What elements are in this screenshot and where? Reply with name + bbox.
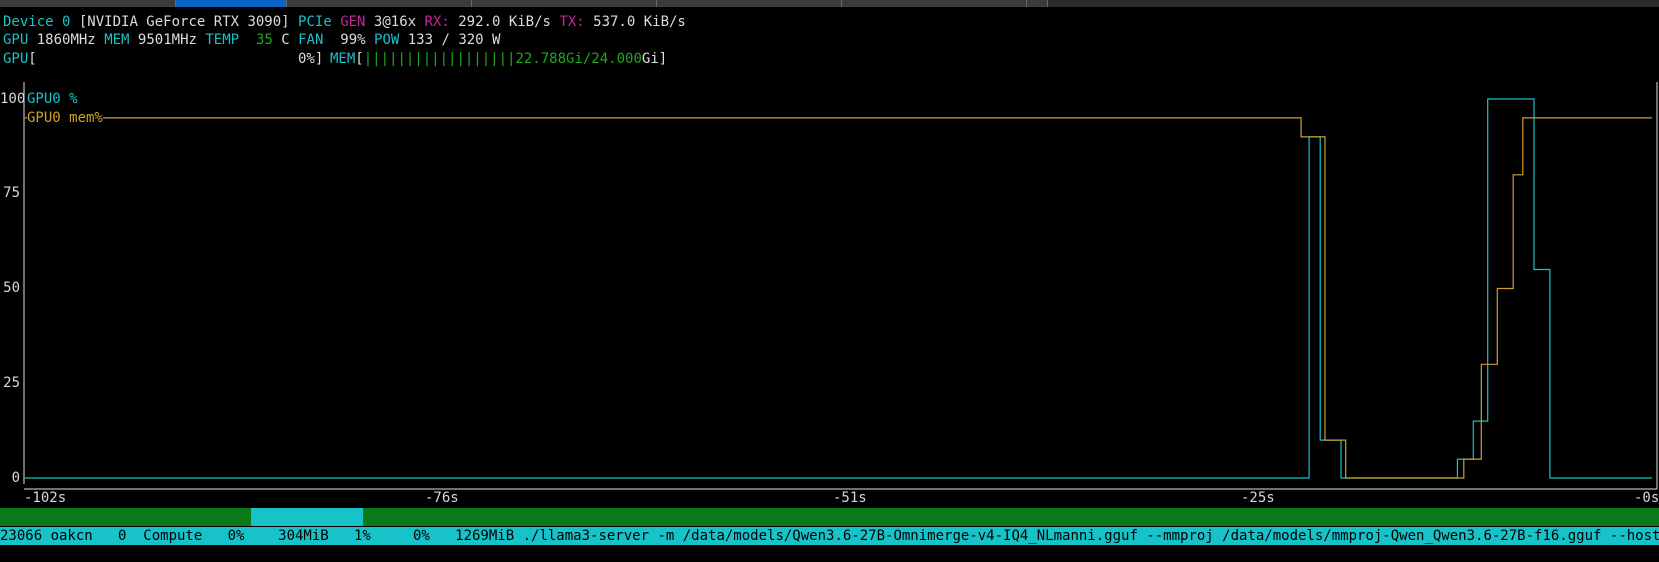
gpu-history-chart bbox=[23, 82, 1658, 490]
tx-label: TX: bbox=[559, 14, 585, 30]
tx-value: 537.0 KiB/s bbox=[593, 14, 686, 30]
gpu-meter-value: 0%] bbox=[298, 51, 324, 67]
x-tick-label: -102s bbox=[23, 490, 68, 506]
process-row[interactable]: 23066 oakcn 0 Compute 0% 304MiB 1% 0% 12… bbox=[0, 527, 1659, 545]
sorted-column-highlight bbox=[251, 508, 363, 526]
mem-meter-bars: |||||||||||||||||| bbox=[363, 51, 516, 67]
device-label: Device 0 bbox=[3, 14, 71, 30]
y-tick-label: 100 bbox=[0, 91, 26, 107]
terminal-tab[interactable] bbox=[0, 0, 176, 7]
fan-value: 99% bbox=[340, 32, 366, 48]
mem-meter-unit: Gi] bbox=[641, 51, 668, 67]
fan-label: FAN bbox=[298, 32, 324, 48]
mem-meter: MEM[||||||||||||||||||22.788Gi/24.000Gi] bbox=[330, 50, 667, 68]
pow-label: POW bbox=[374, 32, 400, 48]
rx-label: RX: bbox=[424, 14, 450, 30]
pow-value: 133 / 320 W bbox=[407, 32, 501, 48]
terminal-tab-bar bbox=[0, 0, 1659, 7]
terminal-tab[interactable] bbox=[287, 0, 472, 7]
temp-unit: C bbox=[281, 32, 290, 48]
temp-value: 35 bbox=[255, 32, 273, 48]
gpu-meter-label: GPU bbox=[3, 51, 29, 67]
device-name: [NVIDIA GeForce RTX 3090] bbox=[78, 14, 290, 30]
device-info-line: Device 0 [NVIDIA GeForce RTX 3090] PCIe … bbox=[3, 13, 686, 31]
gpu-clock-label: GPU bbox=[3, 32, 29, 48]
gen-value: 3@16x bbox=[373, 14, 417, 30]
x-tick-label: -76s bbox=[424, 490, 460, 506]
gpu-util-value: 0%] bbox=[298, 50, 323, 68]
terminal-tab-active[interactable] bbox=[176, 0, 287, 7]
terminal-tab[interactable] bbox=[472, 0, 657, 7]
y-tick-label: 0 bbox=[11, 470, 20, 486]
mem-meter-open: [ bbox=[355, 51, 364, 67]
process-table-header[interactable]: PID USER DEV TYPE GPU GPU MEM CPU HOST M… bbox=[0, 508, 1659, 561]
gpu-stats-line: GPU 1860MHz MEM 9501MHz TEMP 35 C FAN 99… bbox=[3, 31, 500, 49]
x-tick-label: -0s bbox=[1633, 490, 1659, 506]
mem-meter-used: 22.788Gi/24.000 bbox=[515, 51, 642, 67]
legend-gpu-util: GPU0 % bbox=[27, 91, 78, 107]
terminal-tab[interactable] bbox=[842, 0, 1027, 7]
y-tick-label: 25 bbox=[3, 375, 20, 391]
process-header-text: PID USER DEV TYPE GPU GPU MEM CPU HOST M… bbox=[16, 545, 624, 561]
legend-gpu-mem: GPU0 mem% bbox=[27, 110, 103, 126]
x-tick-label: -51s bbox=[832, 490, 868, 506]
series-line-gpu-util bbox=[25, 98, 1652, 479]
y-tick-label: 50 bbox=[3, 280, 20, 296]
gpu-clock-value: 1860MHz bbox=[36, 32, 96, 48]
temp-label: TEMP bbox=[205, 32, 240, 48]
gpu-meter-open: [ bbox=[28, 51, 37, 67]
y-tick-label: 75 bbox=[3, 185, 20, 201]
mem-clock-value: 9501MHz bbox=[137, 32, 197, 48]
terminal-tab[interactable] bbox=[1027, 0, 1048, 7]
gpu-util-meter: GPU[ bbox=[3, 50, 37, 68]
terminal-tab[interactable] bbox=[657, 0, 842, 7]
mem-clock-label: MEM bbox=[104, 32, 130, 48]
mem-meter-label: MEM bbox=[330, 51, 356, 67]
x-tick-label: -25s bbox=[1240, 490, 1276, 506]
rx-value: 292.0 KiB/s bbox=[458, 14, 551, 30]
pcie-label: PCIe bbox=[298, 14, 332, 30]
process-row-text: 23066 oakcn 0 Compute 0% 304MiB 1% 0% 12… bbox=[0, 528, 1659, 544]
gen-label: GEN bbox=[340, 14, 366, 30]
series-line-gpu-mem bbox=[25, 117, 1652, 479]
